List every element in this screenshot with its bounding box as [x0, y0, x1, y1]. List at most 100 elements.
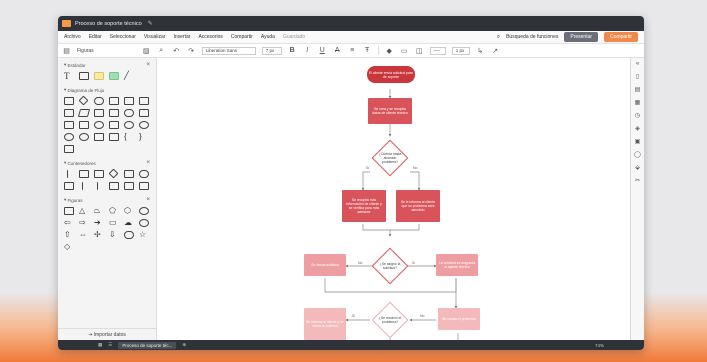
redo-icon[interactable]: ↷	[187, 47, 196, 55]
storage-shape[interactable]	[64, 121, 74, 129]
present-button[interactable]: Presentar	[564, 32, 599, 42]
callout-shape[interactable]: ▭	[109, 219, 119, 227]
feature-search-link[interactable]: Búsqueda de funciones	[506, 34, 558, 40]
arrow-left-right-shape[interactable]: ⇦	[64, 219, 74, 227]
text-shape[interactable]: T	[64, 72, 74, 81]
arrow-down-shape[interactable]: ⇩	[109, 231, 119, 239]
menu-seleccionar[interactable]: Seleccionar	[110, 34, 136, 40]
collate-shape[interactable]	[109, 133, 119, 141]
container-4-shape[interactable]	[64, 182, 74, 190]
menu-visualizar[interactable]: Visualizar	[144, 34, 166, 40]
predefined-shape[interactable]	[109, 97, 119, 105]
display-shape[interactable]	[139, 109, 149, 117]
close-icon[interactable]: ×	[146, 197, 150, 203]
process-node[interactable]: La solicitud es asignada al agente técni…	[436, 254, 478, 276]
collapse-icon[interactable]: «	[636, 61, 639, 67]
stack-icon[interactable]: ◈	[635, 125, 640, 132]
share-button[interactable]: Compartir	[604, 32, 638, 42]
menu-archivo[interactable]: Archivo	[64, 34, 81, 40]
section-header[interactable]: ▾ Figuras ×	[64, 196, 150, 204]
brace-shape[interactable]: }	[139, 133, 149, 141]
merge-shape[interactable]	[94, 133, 104, 141]
text-format-icon[interactable]: Ŧ	[363, 47, 372, 54]
cylinder-shape[interactable]	[124, 231, 134, 239]
menu-accesorios[interactable]: Accesorios	[198, 34, 222, 40]
container-3-shape[interactable]	[124, 170, 134, 178]
tools-icon[interactable]: ✂	[635, 177, 640, 184]
preparation-shape[interactable]	[94, 109, 104, 117]
bracket-shape[interactable]: {	[124, 133, 134, 141]
document-shape[interactable]	[124, 97, 134, 105]
connector-icon[interactable]: ↳	[476, 47, 485, 55]
close-icon[interactable]: ×	[146, 62, 150, 68]
lane-2-shape[interactable]	[97, 182, 101, 190]
decision-node[interactable]: ¿Se asignó la solicitud?	[370, 246, 410, 286]
fill-color-icon[interactable]: ◆	[385, 47, 394, 55]
arrow-right-shape[interactable]: ➔	[94, 219, 104, 227]
zoom-level[interactable]: 74%	[595, 343, 604, 348]
card-shape[interactable]	[109, 109, 119, 117]
data-icon[interactable]: ▣	[635, 138, 641, 145]
decision-node[interactable]: ¿Se resolvió el problema?	[370, 300, 410, 340]
diagram-canvas[interactable]: Sí No No Sí Sí No No El cliente envía so…	[158, 58, 630, 340]
format-icon[interactable]: ▤	[635, 86, 641, 93]
font-size-select[interactable]: 7 px	[261, 46, 282, 55]
process-shape[interactable]	[64, 97, 74, 105]
trapezoid-shape[interactable]: ⏢	[94, 207, 104, 215]
layers-icon[interactable]: ▦	[635, 99, 641, 106]
container-5-shape[interactable]	[109, 182, 119, 190]
circle-shape[interactable]	[139, 207, 149, 215]
process-node[interactable]: Se informa al cliente y se cierra la sol…	[304, 308, 346, 340]
italic-icon[interactable]: I	[303, 47, 312, 54]
container-6-shape[interactable]	[124, 182, 134, 190]
chevron-shape[interactable]: ⇨	[79, 219, 89, 227]
image-icon[interactable]: ▨	[142, 47, 151, 55]
menu-insertar[interactable]: Insertar	[173, 34, 190, 40]
container-2-shape[interactable]	[94, 170, 104, 178]
internal-storage-shape[interactable]	[139, 97, 149, 105]
import-data-button[interactable]: ⇥ Importar datos	[58, 328, 156, 340]
strikethrough-icon[interactable]: A	[333, 47, 342, 54]
page-tab[interactable]: Proceso de soporte téc...	[118, 341, 177, 349]
font-family-select[interactable]: Liberation Sans	[201, 46, 256, 55]
waypoint-icon[interactable]: ↗	[491, 47, 500, 55]
shapes-label[interactable]: Figuras	[77, 48, 94, 54]
decision-node[interactable]: ¿Cuenta hasta alcanzar problema?	[370, 138, 410, 178]
line-width-select[interactable]: 1 px	[451, 46, 470, 55]
sum-junction-shape[interactable]	[79, 133, 89, 141]
line-color-icon[interactable]: ▭	[400, 47, 409, 55]
section-header[interactable]: ▾ Estándar ×	[64, 61, 150, 69]
summing-shape[interactable]	[139, 121, 149, 129]
hexagon-shape[interactable]: ⬡	[124, 207, 134, 215]
swimlane-shape[interactable]	[67, 170, 71, 178]
diamond-shape[interactable]: ◇	[64, 243, 74, 251]
cross-shape[interactable]: ✢	[94, 231, 104, 239]
grid-icon[interactable]: ▦	[98, 342, 102, 348]
data-shape[interactable]	[77, 109, 91, 117]
lane-1-shape[interactable]	[82, 182, 86, 190]
cloud-shape[interactable]: ☁	[124, 219, 134, 227]
shapes-icon[interactable]: ▤	[62, 47, 71, 55]
menu-editar[interactable]: Editar	[89, 34, 102, 40]
or-shape[interactable]	[124, 121, 134, 129]
pencil-icon[interactable]: ✎	[148, 20, 153, 27]
tape-shape[interactable]	[79, 121, 89, 129]
menu-ayuda[interactable]: Ayuda	[261, 34, 275, 40]
folder-icon[interactable]	[62, 20, 71, 27]
container-diamond-shape[interactable]	[108, 168, 119, 179]
ellipse-shape[interactable]	[139, 219, 149, 227]
cross-shape[interactable]	[64, 133, 74, 141]
start-node[interactable]: El cliente envía solicitud para de sopor…	[367, 66, 415, 83]
annotation-shape[interactable]	[64, 145, 74, 153]
double-arrow-shape[interactable]: ⇔	[79, 231, 89, 239]
theme-icon[interactable]: ⬙	[635, 164, 640, 171]
search-icon[interactable]: ⌕	[157, 47, 166, 55]
process-node[interactable]: Se deriva solicitud	[304, 254, 346, 276]
comment-icon[interactable]: ◯	[634, 151, 641, 158]
process-node[interactable]: Se le informa al cliente que su problema…	[396, 190, 440, 222]
arrow-up-shape[interactable]: ⇧	[64, 231, 74, 239]
container-shape[interactable]	[79, 170, 89, 178]
document-title[interactable]: Proceso de soporte técnico	[75, 21, 142, 27]
container-pill-shape[interactable]	[139, 170, 149, 178]
offpage-shape[interactable]	[109, 121, 119, 129]
